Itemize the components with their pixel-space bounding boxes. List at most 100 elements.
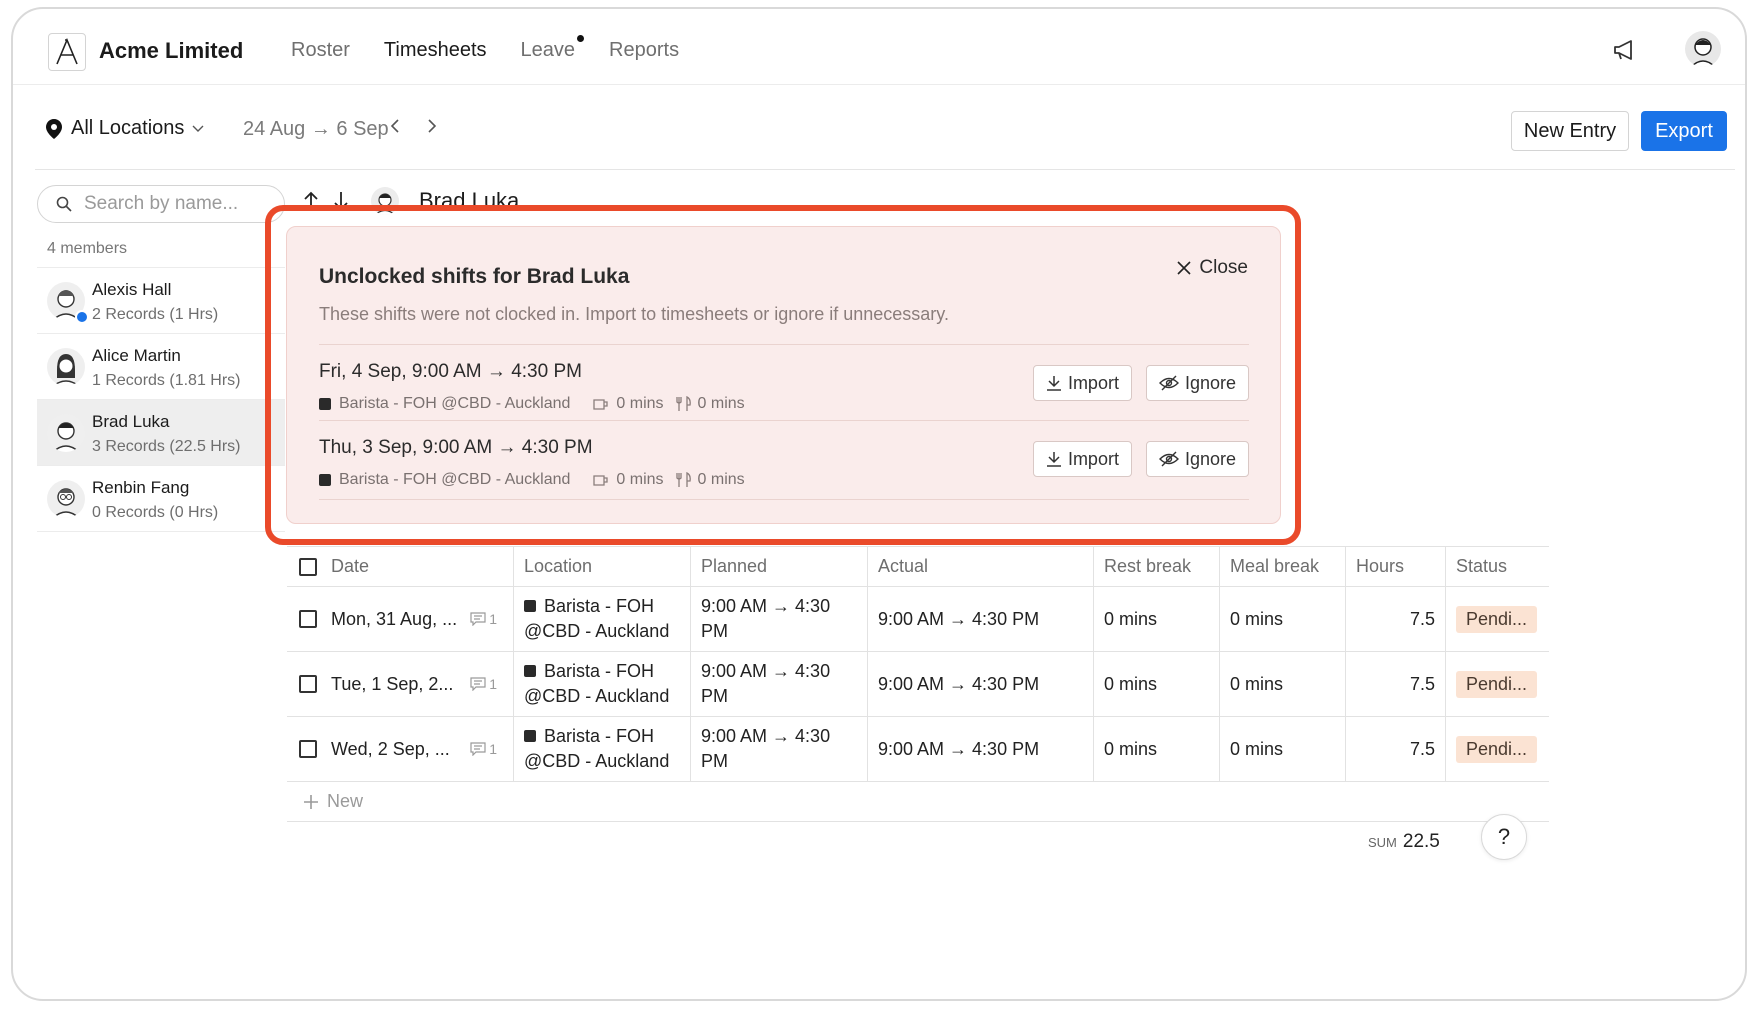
nav-leave[interactable]: Leave [521, 35, 585, 62]
ignore-button[interactable]: Ignore [1145, 365, 1249, 401]
cell-actual: 9:00 AM → 4:30 PM [868, 717, 1094, 781]
header-location[interactable]: Location [514, 547, 691, 586]
comment-count-value: 1 [489, 611, 497, 627]
location-line2: @CBD - Auckland [524, 686, 670, 706]
cell-date: Mon, 31 Aug, ... 1 [287, 587, 514, 651]
shift-meta: Barista - FOH @CBD - Auckland 0 mins 0 m… [319, 471, 745, 489]
eye-off-icon [1158, 451, 1179, 467]
export-button[interactable]: Export [1641, 111, 1727, 151]
cell-hours: 7.5 [1346, 717, 1446, 781]
header-rest-break[interactable]: Rest break [1094, 547, 1220, 586]
table-row[interactable]: Tue, 1 Sep, 2... 1 Barista - FOH @CBD - A… [287, 652, 1549, 717]
cell-date: Wed, 2 Sep, ... 1 [287, 717, 514, 781]
plus-icon [304, 794, 318, 809]
header-date[interactable]: Date [287, 547, 514, 586]
comment-count-value: 1 [489, 676, 497, 692]
member-item[interactable]: Renbin Fang 0 Records (0 Hrs) [37, 466, 285, 532]
user-avatar[interactable] [1685, 31, 1721, 67]
avatar [47, 348, 85, 386]
planned-line1: 9:00 AM → 4:30 [701, 661, 831, 681]
location-color-swatch [524, 665, 536, 677]
chevron-down-icon [192, 125, 204, 132]
nav-timesheets[interactable]: Timesheets [384, 39, 487, 62]
shift-location: Barista - FOH @CBD - Auckland [339, 471, 571, 488]
header-actual[interactable]: Actual [868, 547, 1094, 586]
nav-roster[interactable]: Roster [291, 39, 350, 62]
header-date-label: Date [331, 556, 370, 576]
cell-status: Pendi... [1446, 652, 1549, 716]
status-badge[interactable]: Pendi... [1456, 670, 1538, 698]
row-date: Mon, 31 Aug, ... [331, 608, 458, 629]
planned-line2: PM [701, 686, 728, 706]
header-planned[interactable]: Planned [691, 547, 868, 586]
header-meal-break[interactable]: Meal break [1220, 547, 1346, 586]
new-entry-button[interactable]: New Entry [1511, 111, 1629, 151]
nav-reports[interactable]: Reports [609, 39, 679, 62]
import-button[interactable]: Import [1032, 365, 1132, 401]
location-color-swatch [319, 474, 331, 486]
ignore-button[interactable]: Ignore [1145, 441, 1249, 477]
ignore-label: Ignore [1184, 448, 1236, 469]
member-search[interactable] [37, 185, 285, 223]
member-item[interactable]: Alexis Hall 2 Records (1 Hrs) [37, 268, 285, 334]
search-input[interactable] [84, 193, 264, 215]
company-logo[interactable] [48, 33, 86, 71]
panel-subtitle: These shifts were not clocked in. Import… [319, 304, 949, 324]
hours-sum: SUM 22.5 [1368, 831, 1440, 853]
select-all-checkbox[interactable] [299, 557, 317, 576]
shift-actions: Import Ignore [1032, 365, 1249, 401]
cell-hours: 7.5 [1346, 652, 1446, 716]
status-badge[interactable]: Pendi... [1456, 735, 1538, 763]
row-checkbox[interactable] [299, 610, 317, 628]
avatar-face-icon [52, 488, 80, 518]
row-checkbox[interactable] [299, 675, 317, 693]
download-icon [1046, 376, 1061, 391]
comment-count[interactable]: 1 [470, 611, 497, 627]
shift-time: Thu, 3 Sep, 9:00 AM → 4:30 PM [319, 437, 593, 458]
timesheet-table: Date Location Planned Actual Rest break … [287, 546, 1549, 822]
row-checkbox[interactable] [299, 740, 317, 758]
status-badge[interactable]: Pendi... [1456, 605, 1538, 633]
comment-count[interactable]: 1 [470, 676, 497, 692]
cell-rest-break: 0 mins [1094, 717, 1220, 781]
utensils-icon [675, 396, 691, 411]
shift-actions: Import Ignore [1032, 441, 1249, 477]
date-range[interactable]: 24 Aug → 6 Sep [243, 118, 389, 141]
member-item-selected[interactable]: Brad Luka 3 Records (22.5 Hrs) [37, 400, 285, 466]
member-records: 0 Records (0 Hrs) [92, 504, 219, 521]
import-label: Import [1067, 448, 1119, 469]
meal-break-value: 0 mins [697, 471, 745, 488]
next-period-button[interactable] [427, 116, 437, 139]
table-row[interactable]: Mon, 31 Aug, ... 1 Barista - FOH @CBD - A… [287, 587, 1549, 652]
cell-planned: 9:00 AM → 4:30 PM [691, 587, 868, 651]
location-color-swatch [524, 730, 536, 742]
cell-planned: 9:00 AM → 4:30 PM [691, 717, 868, 781]
header-status[interactable]: Status [1446, 547, 1549, 586]
prev-period-button[interactable] [390, 116, 400, 139]
location-line1: Barista - FOH [544, 596, 655, 616]
location-selector[interactable]: All Locations [45, 117, 204, 140]
close-label: Close [1199, 257, 1248, 278]
close-icon [1177, 261, 1191, 275]
add-new-row[interactable]: New [287, 782, 1549, 822]
cell-location: Barista - FOH @CBD - Auckland [514, 652, 691, 716]
member-name: Brad Luka [92, 412, 170, 431]
help-button[interactable]: ? [1481, 814, 1527, 860]
avatar-face-icon [52, 422, 80, 452]
close-button[interactable]: Close [1177, 257, 1248, 279]
table-row[interactable]: Wed, 2 Sep, ... 1 Barista - FOH @CBD - Au… [287, 717, 1549, 782]
announcements-button[interactable] [1613, 39, 1637, 66]
sum-value: 22.5 [1402, 831, 1440, 852]
member-item[interactable]: Alice Martin 1 Records (1.81 Hrs) [37, 334, 285, 400]
cell-meal-break: 0 mins [1220, 652, 1346, 716]
header-hours[interactable]: Hours [1346, 547, 1446, 586]
main-nav: Roster Timesheets Leave Reports [291, 35, 713, 62]
member-records: 1 Records (1.81 Hrs) [92, 372, 241, 389]
megaphone-icon [1614, 40, 1632, 60]
shift-location: Barista - FOH @CBD - Auckland [339, 395, 571, 412]
comment-count[interactable]: 1 [470, 741, 497, 757]
location-color-swatch [524, 600, 536, 612]
import-button[interactable]: Import [1032, 441, 1132, 477]
notification-dot [577, 35, 585, 42]
table-header: Date Location Planned Actual Rest break … [287, 547, 1549, 587]
